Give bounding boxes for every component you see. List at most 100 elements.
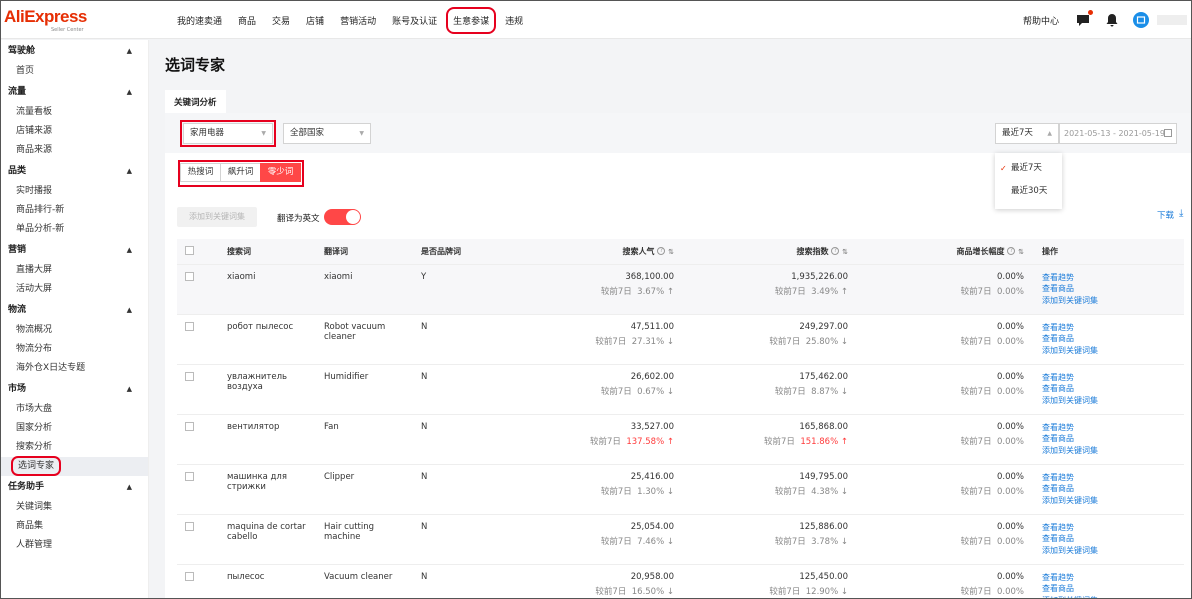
nav-item-4[interactable]: 营销活动 — [340, 14, 376, 27]
sidebar-item[interactable]: 国家分析 — [1, 419, 148, 438]
sidebar-item[interactable]: 流量看板 — [1, 103, 148, 122]
nav-item-6[interactable]: 生意参谋 — [446, 6, 497, 34]
add-to-keyword-set-link[interactable]: 添加到关键词集 — [1042, 495, 1180, 507]
help-center-link[interactable]: 帮助中心 — [1023, 14, 1059, 27]
view-products-link[interactable]: 查看商品 — [1042, 283, 1180, 295]
view-products-link[interactable]: 查看商品 — [1042, 483, 1180, 495]
nav-item-5[interactable]: 账号及认证 — [392, 14, 437, 27]
segment-rising[interactable]: 飙升词 — [220, 163, 261, 182]
tab-keyword-analysis[interactable]: 关键词分析 — [165, 90, 226, 113]
download-icon[interactable]: ⤓ — [1179, 208, 1183, 219]
view-trend-link[interactable]: 查看趋势 — [1042, 572, 1180, 584]
period-option-7d[interactable]: ✓ 最近7天 — [995, 157, 1062, 180]
sidebar-item[interactable]: 店铺来源 — [1, 122, 148, 141]
sidebar-item[interactable]: 活动大屏 — [1, 280, 148, 299]
row-checkbox[interactable] — [185, 371, 194, 381]
add-to-keyword-set-link[interactable]: 添加到关键词集 — [1042, 545, 1180, 557]
sidebar-item[interactable]: 商品来源 — [1, 141, 148, 160]
view-products-link[interactable]: 查看商品 — [1042, 533, 1180, 545]
add-to-keyword-set-link[interactable]: 添加到关键词集 — [1042, 345, 1180, 357]
view-products-link[interactable]: 查看商品 — [1042, 333, 1180, 345]
period-select[interactable]: 最近7天 ▲ — [995, 123, 1059, 144]
collapse-icon[interactable]: ▲ — [127, 160, 132, 182]
sidebar-item[interactable]: 关键词集 — [1, 498, 148, 517]
segment-hot[interactable]: 热搜词 — [180, 163, 221, 182]
nav-item-0[interactable]: 我的速卖通 — [177, 14, 222, 27]
collapse-icon[interactable]: ▲ — [127, 299, 132, 321]
sidebar-item[interactable]: 物流概况 — [1, 321, 148, 340]
add-to-keyword-set-link[interactable]: 添加到关键词集 — [1042, 295, 1180, 307]
row-checkbox[interactable] — [185, 271, 194, 281]
sidebar-item[interactable]: 实时播报 — [1, 182, 148, 201]
help-icon[interactable]: ? — [1007, 247, 1016, 256]
add-to-keyword-set-button[interactable]: 添加到关键词集 — [177, 207, 257, 227]
country-select[interactable]: 全部国家 ▼ — [283, 123, 371, 144]
sort-icon[interactable]: ⇅ — [668, 248, 674, 256]
row-checkbox[interactable] — [185, 471, 194, 481]
bell-icon[interactable] — [1104, 12, 1120, 28]
select-all-checkbox[interactable] — [185, 245, 194, 255]
sidebar-section[interactable]: 品类 ▲ — [1, 160, 148, 182]
view-trend-link[interactable]: 查看趋势 — [1042, 372, 1180, 384]
sidebar-item[interactable]: 首页 — [1, 62, 148, 81]
nav-item-1[interactable]: 商品 — [238, 14, 256, 27]
collapse-icon[interactable]: ▲ — [127, 81, 132, 103]
sort-icon[interactable]: ⇅ — [842, 248, 848, 256]
help-icon[interactable]: ? — [657, 247, 666, 256]
download-link[interactable]: 下载 — [1157, 209, 1174, 221]
sidebar-section[interactable]: 营销 ▲ — [1, 239, 148, 261]
category-select[interactable]: 家用电器 ▼ — [180, 120, 276, 147]
ops-cell: 查看趋势查看商品添加到关键词集 — [1028, 314, 1184, 365]
row-checkbox[interactable] — [185, 521, 194, 531]
sidebar-item[interactable]: 选词专家 — [1, 456, 148, 476]
view-products-link[interactable]: 查看商品 — [1042, 583, 1180, 595]
translate-toggle[interactable] — [324, 209, 361, 225]
col-popularity[interactable]: 搜索人气 ? ⇅ — [523, 239, 678, 265]
sidebar-section[interactable]: 任务助手 ▲ — [1, 476, 148, 498]
add-to-keyword-set-link[interactable]: 添加到关键词集 — [1042, 395, 1180, 407]
segment-rare[interactable]: 零少词 — [260, 163, 301, 182]
col-index[interactable]: 搜索指数 ? ⇅ — [678, 239, 852, 265]
period-option-30d[interactable]: 最近30天 — [995, 180, 1062, 203]
help-icon[interactable]: ? — [831, 247, 840, 256]
sort-icon[interactable]: ⇅ — [1018, 248, 1024, 256]
sidebar-item[interactable]: 人群管理 — [1, 536, 148, 555]
sidebar-item[interactable]: 海外仓X日达专题 — [1, 359, 148, 378]
view-trend-link[interactable]: 查看趋势 — [1042, 322, 1180, 334]
sidebar-item[interactable]: 商品排行-新 — [1, 201, 148, 220]
collapse-icon[interactable]: ▲ — [127, 378, 132, 400]
sidebar-item[interactable]: 商品集 — [1, 517, 148, 536]
view-trend-link[interactable]: 查看趋势 — [1042, 522, 1180, 534]
row-checkbox[interactable] — [185, 321, 194, 331]
sidebar-item[interactable]: 市场大盘 — [1, 400, 148, 419]
sidebar-section[interactable]: 物流 ▲ — [1, 299, 148, 321]
sidebar-item[interactable]: 直播大屏 — [1, 261, 148, 280]
sidebar-section[interactable]: 市场 ▲ — [1, 378, 148, 400]
view-trend-link[interactable]: 查看趋势 — [1042, 422, 1180, 434]
date-range-picker[interactable]: 2021-05-13 - 2021-05-19 — [1059, 123, 1177, 144]
aliexpress-logo[interactable]: AliExpress Seller Center — [4, 7, 87, 33]
add-to-keyword-set-link[interactable]: 添加到关键词集 — [1042, 595, 1180, 599]
collapse-icon[interactable]: ▲ — [127, 239, 132, 261]
row-checkbox[interactable] — [185, 421, 194, 431]
sidebar-item[interactable]: 物流分布 — [1, 340, 148, 359]
view-products-link[interactable]: 查看商品 — [1042, 433, 1180, 445]
collapse-icon[interactable]: ▲ — [127, 40, 132, 62]
sidebar-item[interactable]: 搜索分析 — [1, 438, 148, 457]
view-trend-link[interactable]: 查看趋势 — [1042, 472, 1180, 484]
avatar[interactable] — [1133, 12, 1149, 28]
nav-item-7[interactable]: 违规 — [505, 14, 523, 27]
view-trend-link[interactable]: 查看趋势 — [1042, 272, 1180, 284]
view-products-link[interactable]: 查看商品 — [1042, 383, 1180, 395]
chat-icon[interactable] — [1075, 10, 1093, 28]
add-to-keyword-set-link[interactable]: 添加到关键词集 — [1042, 445, 1180, 457]
sidebar-section[interactable]: 驾驶舱 ▲ — [1, 40, 148, 62]
sidebar-section[interactable]: 流量 ▲ — [1, 81, 148, 103]
account-name[interactable] — [1157, 15, 1187, 25]
sidebar-item[interactable]: 单品分析-新 — [1, 220, 148, 239]
row-checkbox[interactable] — [185, 571, 194, 581]
nav-item-2[interactable]: 交易 — [272, 14, 290, 27]
col-growth[interactable]: 商品增长幅度 ? ⇅ — [852, 239, 1028, 265]
nav-item-3[interactable]: 店铺 — [306, 14, 324, 27]
collapse-icon[interactable]: ▲ — [127, 476, 132, 498]
